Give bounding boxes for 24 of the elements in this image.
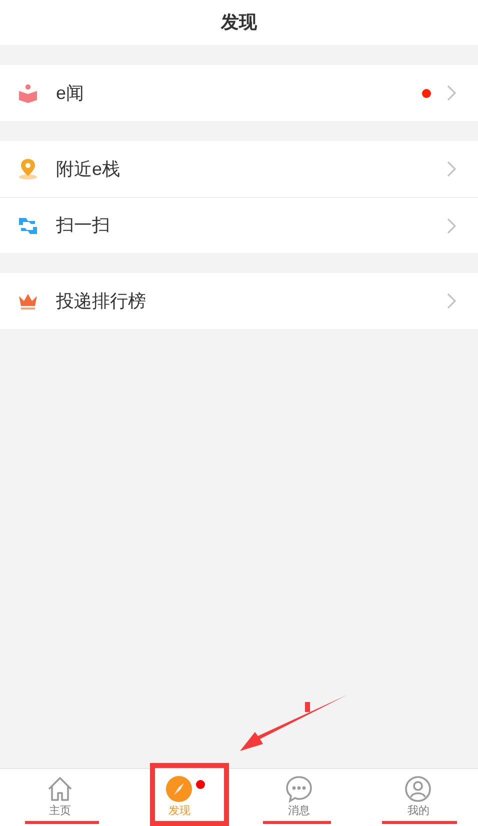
home-icon bbox=[46, 775, 74, 803]
menu-item-label: 附近e栈 bbox=[56, 158, 122, 180]
tab[interactable]: 消息 bbox=[239, 769, 358, 826]
chevron-right-icon bbox=[447, 218, 456, 234]
underline-mark bbox=[263, 821, 331, 824]
menu-item[interactable]: 投递排行榜 bbox=[0, 273, 478, 329]
menu-item-label: e闻 bbox=[56, 82, 86, 104]
compass-icon bbox=[165, 775, 194, 803]
menu-item[interactable]: 扫一扫 bbox=[0, 197, 478, 253]
tab[interactable]: 我的 bbox=[358, 769, 478, 826]
menu-item[interactable]: e闻 bbox=[0, 65, 478, 121]
scan-icon bbox=[18, 216, 38, 236]
menu-item[interactable]: 附近e栈 bbox=[0, 141, 478, 197]
chevron-right-icon bbox=[447, 85, 456, 101]
chat-bubble-icon bbox=[284, 775, 313, 803]
chevron-right-icon bbox=[447, 293, 456, 309]
location-pin-icon bbox=[18, 158, 38, 180]
page-title: 发现 bbox=[221, 11, 257, 34]
tab[interactable]: 主页 bbox=[0, 769, 120, 826]
menu-item-label: 扫一扫 bbox=[56, 214, 111, 237]
book-icon bbox=[18, 83, 38, 103]
chevron-right-icon bbox=[447, 161, 456, 177]
menu-item-label: 投递排行榜 bbox=[56, 290, 147, 312]
person-icon bbox=[404, 775, 432, 803]
